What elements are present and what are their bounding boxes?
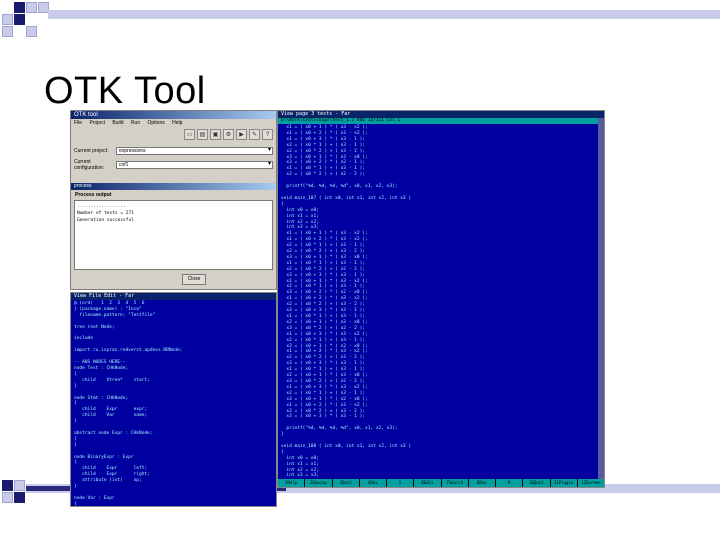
deco-square [2,480,13,491]
current-config-label: Current configuration: [74,159,105,171]
fkey-button[interactable]: 1Help [278,479,305,487]
deco-square [2,26,13,37]
settings-icon[interactable]: ✎ [249,129,260,140]
process-output: .................. Number of tests = 271 G… [74,200,273,270]
new-icon[interactable]: ▭ [184,129,195,140]
fkey-button[interactable]: 5 [387,479,414,487]
code-line: { [74,501,77,507]
menu-options[interactable]: Options [148,120,165,126]
toolbar: ▭ ▤ ▣ ⚙ ▶ ✎ ? [71,128,276,144]
grammar-editor-body[interactable]: @ (ord) 1 2 3 4 5 6} (package.name) : "I… [71,300,276,507]
fkey-button[interactable]: 12Screen [577,479,604,487]
menu-bar: File Project Build Run Options Help [71,119,276,128]
fkey-button[interactable]: 10Quit [523,479,550,487]
title-band [48,10,720,19]
build-icon[interactable]: ⚙ [223,129,234,140]
fkey-button[interactable]: 3Quit [332,479,359,487]
deco-square [14,2,25,13]
menu-project[interactable]: Project [89,120,105,126]
current-config-select[interactable]: cnf1 [116,161,273,169]
current-project-row: Current project: expressions [71,144,276,158]
otk-titlebar[interactable]: OTK tool [71,111,276,119]
help-icon[interactable]: ? [262,129,273,140]
current-project-label: Current project: [74,148,109,154]
deco-square [26,26,37,37]
menu-build[interactable]: Build [112,120,123,126]
current-config-row: Current configuration: cnf1 [71,158,276,172]
deco-square [14,492,25,503]
process-titlebar[interactable]: process [71,183,276,190]
deco-square [2,492,13,503]
save-icon[interactable]: ▣ [210,129,221,140]
menu-help[interactable]: Help [172,120,182,126]
otk-window: OTK tool File Project Build Run Options … [70,110,277,290]
open-icon[interactable]: ▤ [197,129,208,140]
fkey-button[interactable]: 4Hex [359,479,386,487]
deco-square [2,14,13,25]
test-viewer-body[interactable]: x1 = ( x0 + 1 ) * ( x3 - x2 ); x1 = ( x0… [278,124,604,480]
deco-square [14,480,25,491]
output-line: Number of tests = 271 [77,211,134,216]
deco-square [26,2,37,13]
menu-file[interactable]: File [74,120,82,126]
close-button[interactable]: Close [182,274,206,285]
menu-run[interactable]: Run [131,120,140,126]
fkey-button[interactable]: 9 [496,479,523,487]
fkey-button[interactable]: 8Dos [468,479,495,487]
test-viewer: View page 3 tests - Far D:\Work\tests\ex… [277,110,605,488]
slide-title: OTK Tool [44,70,206,112]
fkey-button[interactable]: 2Unwrap [305,479,332,487]
fkey-button[interactable]: 11Plugin [550,479,577,487]
process-window: process Process output .................… [71,183,276,289]
run-icon[interactable]: ▶ [236,129,247,140]
grammar-editor-title[interactable]: View File Edit - Far [71,293,276,300]
deco-square [14,14,25,25]
grammar-editor: View File Edit - Far @ (ord) 1 2 3 4 5 6… [70,292,277,507]
current-project-select[interactable]: expressions [116,147,273,155]
function-key-bar: 1Help 2Unwrap 3Quit 4Hex 5 6Edit 7Search 8Dos 9 1… [278,479,604,487]
test-viewer-title[interactable]: View page 3 tests - Far [278,111,604,118]
fkey-button[interactable]: 6Edit [414,479,441,487]
output-line: .................. [77,204,126,209]
output-line: Generation successful [77,218,134,223]
scrollbar[interactable] [598,118,604,479]
process-output-label: Process output [75,192,112,198]
fkey-button[interactable]: 7Search [441,479,468,487]
